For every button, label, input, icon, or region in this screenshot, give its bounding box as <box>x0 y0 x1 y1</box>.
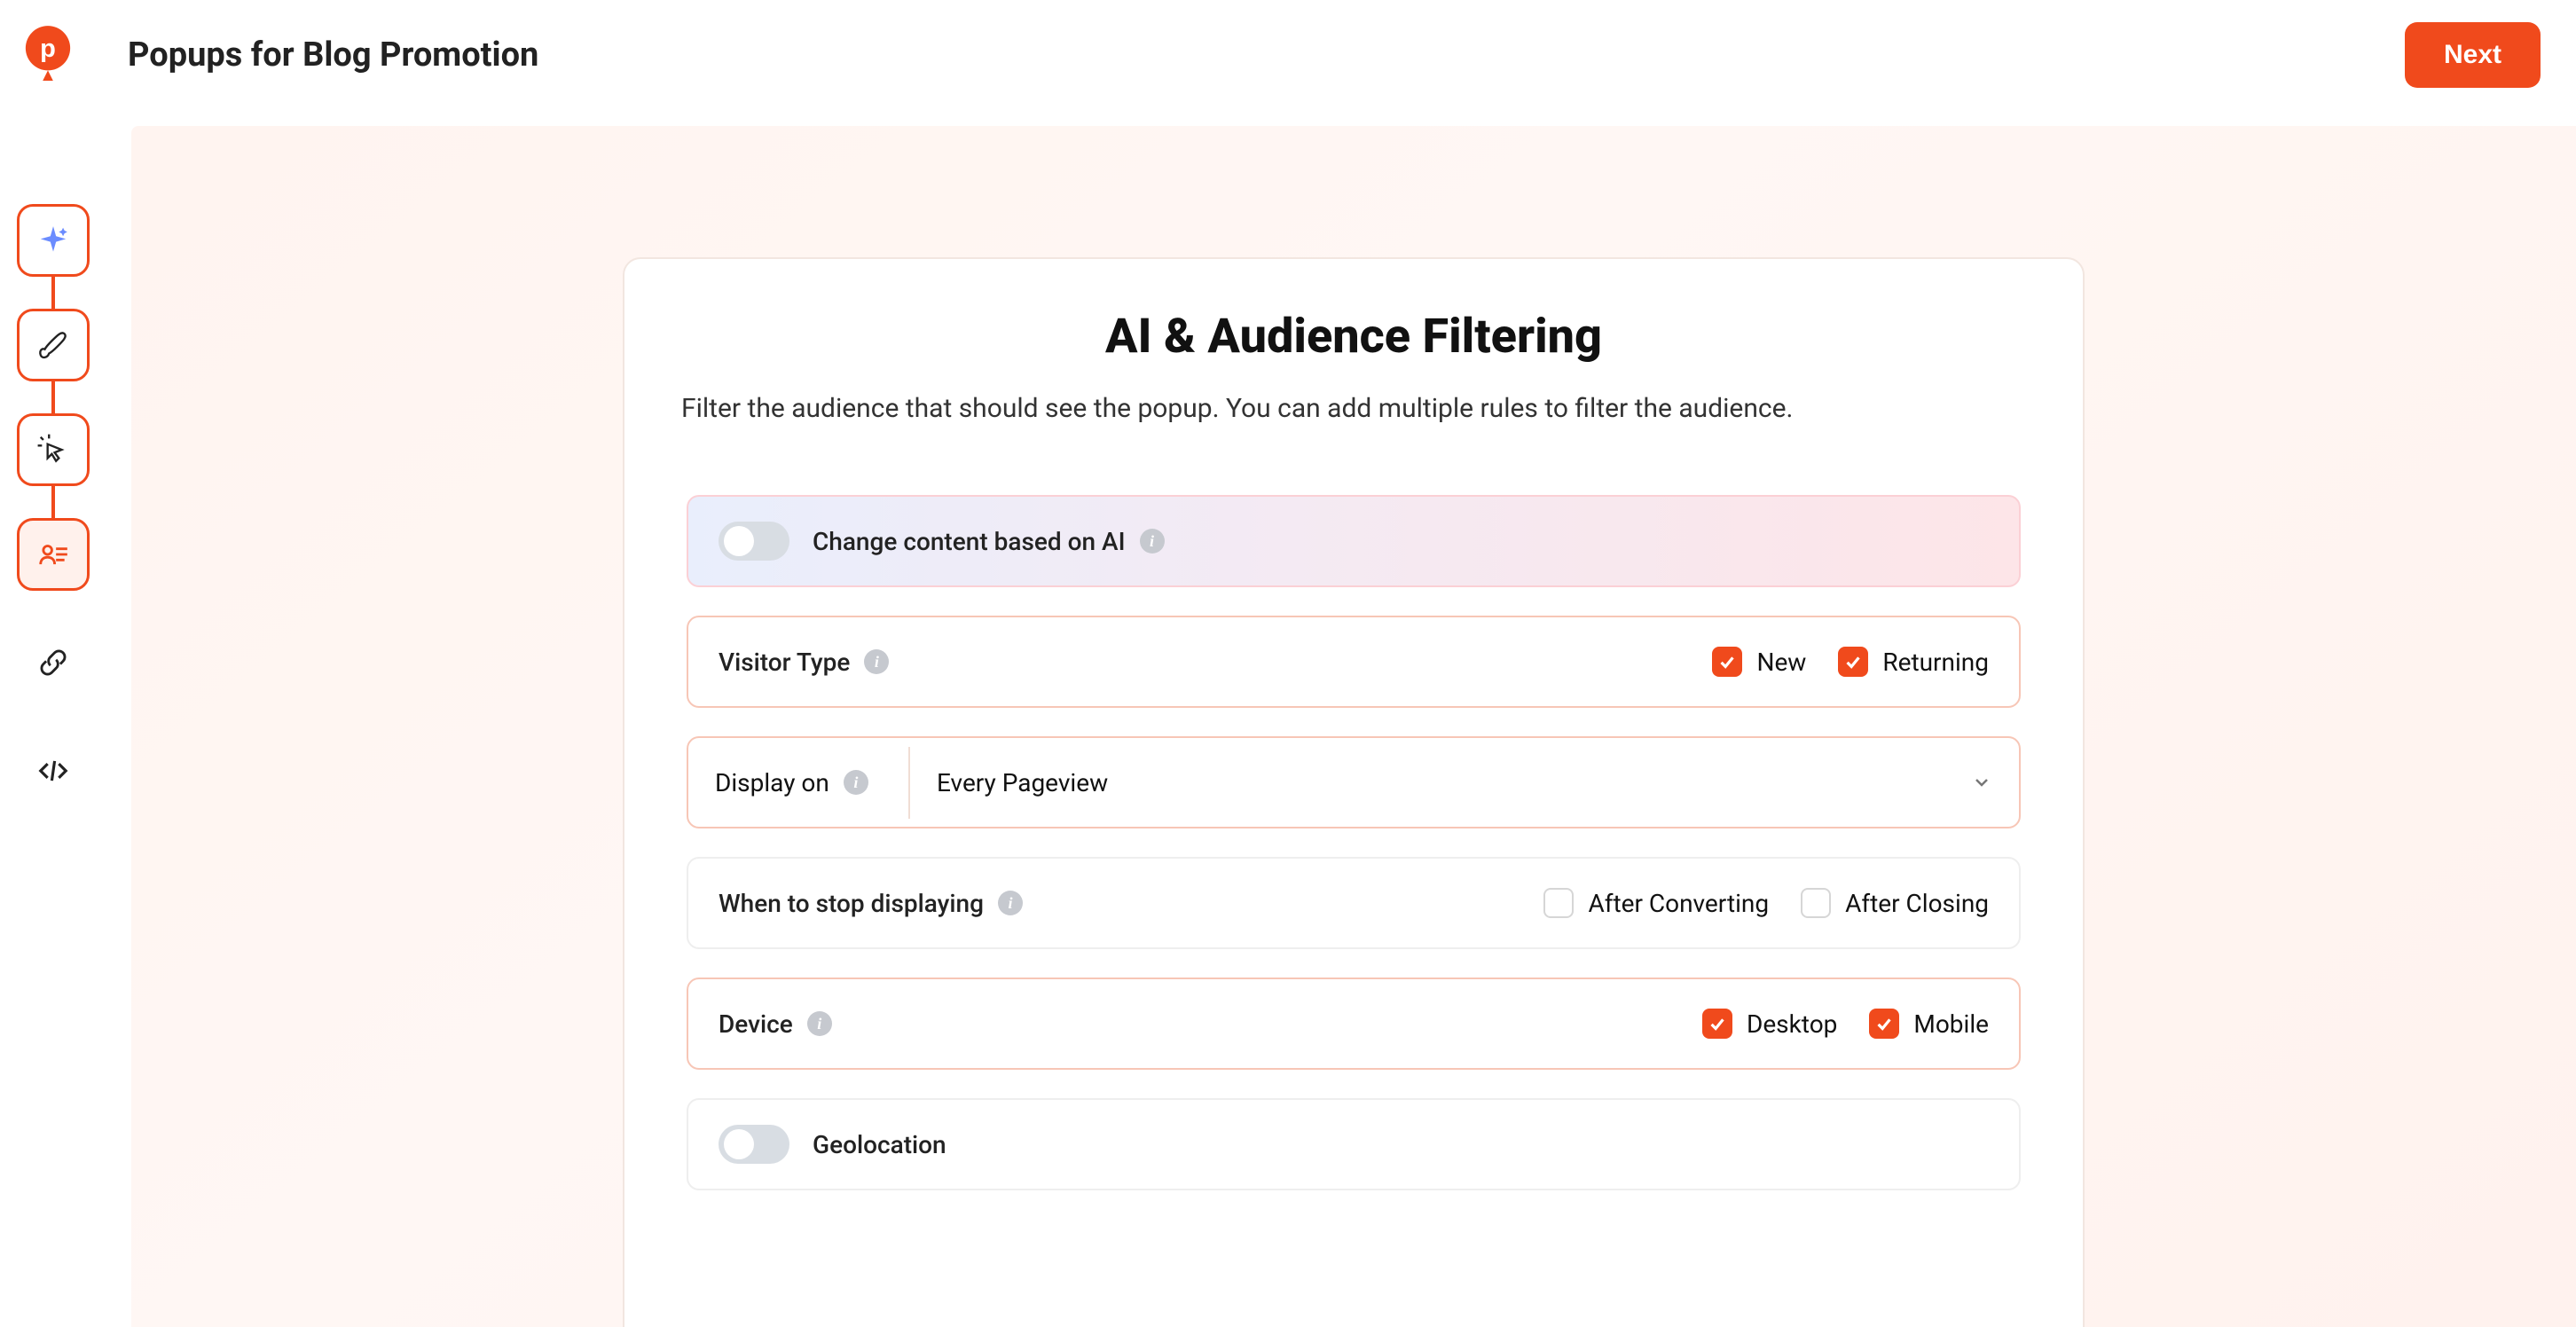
stop-displaying-label: When to stop displaying i <box>719 889 1023 918</box>
after-converting-option: After Converting <box>1543 888 1769 918</box>
header: p Popups for Blog Promotion Next <box>0 0 2576 110</box>
check-icon <box>1843 652 1863 671</box>
visitor-returning-option: Returning <box>1838 647 1989 677</box>
audience-step[interactable] <box>17 518 90 591</box>
device-text: Device <box>719 1009 793 1039</box>
geolocation-toggle[interactable] <box>719 1125 789 1164</box>
cursor-step[interactable] <box>17 413 90 486</box>
stop-displaying-row: When to stop displaying i After Converti… <box>687 857 2021 949</box>
check-icon <box>1874 1014 1894 1033</box>
display-on-text: Display on <box>715 768 829 797</box>
canvas: AI & Audience Filtering Filter the audie… <box>131 126 2576 1327</box>
visitor-new-option: New <box>1712 647 1806 677</box>
link-icon <box>36 646 70 679</box>
step-connector <box>51 486 55 518</box>
balloon-p-icon: p <box>22 24 74 86</box>
brush-icon <box>36 328 70 362</box>
step-gap <box>51 591 55 626</box>
stop-displaying-options: After Converting After Closing <box>1543 888 1989 918</box>
logo: p <box>21 24 75 86</box>
device-desktop-option: Desktop <box>1702 1009 1837 1039</box>
next-button[interactable]: Next <box>2405 22 2541 88</box>
geolocation-row: Geolocation <box>687 1098 2021 1190</box>
display-on-row: Display on i Every Pageview <box>687 736 2021 828</box>
info-icon[interactable]: i <box>1140 529 1165 554</box>
geolocation-label: Geolocation <box>813 1130 946 1159</box>
link-step[interactable] <box>17 626 90 699</box>
after-closing-checkbox[interactable] <box>1801 888 1831 918</box>
after-closing-label: After Closing <box>1845 889 1989 918</box>
sparkle-icon <box>36 224 70 257</box>
visitor-returning-checkbox[interactable] <box>1838 647 1868 677</box>
info-icon[interactable]: i <box>998 891 1023 915</box>
page-title: Popups for Blog Promotion <box>128 35 538 75</box>
sidebar <box>16 204 90 807</box>
display-on-value: Every Pageview <box>937 768 1108 797</box>
info-icon[interactable]: i <box>844 770 868 795</box>
sparkle-step[interactable] <box>17 204 90 277</box>
check-icon <box>1708 1014 1727 1033</box>
visitor-type-options: New Returning <box>1712 647 1989 677</box>
visitor-new-label: New <box>1756 648 1806 677</box>
panel-subtitle: Filter the audience that should see the … <box>681 393 2026 424</box>
device-mobile-option: Mobile <box>1869 1009 1989 1039</box>
ai-toggle-label: Change content based on AI i <box>813 527 1165 556</box>
visitor-new-checkbox[interactable] <box>1712 647 1742 677</box>
info-icon[interactable]: i <box>864 649 889 674</box>
info-icon[interactable]: i <box>807 1011 832 1036</box>
ai-content-row: Change content based on AI i <box>687 495 2021 587</box>
check-icon <box>1717 652 1737 671</box>
rules-list: Change content based on AI i Visitor Typ… <box>681 495 2026 1190</box>
chevron-down-icon <box>1971 772 1992 793</box>
device-row: Device i Desktop Mobile <box>687 978 2021 1070</box>
brush-step[interactable] <box>17 309 90 381</box>
visitor-type-label: Visitor Type i <box>719 648 889 677</box>
after-closing-option: After Closing <box>1801 888 1989 918</box>
audience-icon <box>36 538 70 571</box>
header-left: p Popups for Blog Promotion <box>21 24 538 86</box>
cursor-click-icon <box>36 433 70 467</box>
panel-title: AI & Audience Filtering <box>681 309 2026 365</box>
step-connector <box>51 277 55 309</box>
step-connector <box>51 381 55 413</box>
code-icon <box>36 754 70 788</box>
display-on-select[interactable]: Every Pageview <box>910 747 2019 819</box>
device-mobile-checkbox[interactable] <box>1869 1009 1899 1039</box>
ai-toggle[interactable] <box>719 522 789 561</box>
visitor-type-text: Visitor Type <box>719 648 850 677</box>
geolocation-text: Geolocation <box>813 1130 946 1159</box>
visitor-returning-label: Returning <box>1882 648 1989 677</box>
device-desktop-label: Desktop <box>1747 1009 1837 1039</box>
device-options: Desktop Mobile <box>1702 1009 1989 1039</box>
settings-panel: AI & Audience Filtering Filter the audie… <box>623 257 2085 1327</box>
step-gap <box>51 699 55 734</box>
device-label: Device i <box>719 1009 832 1039</box>
after-converting-checkbox[interactable] <box>1543 888 1574 918</box>
after-converting-label: After Converting <box>1588 889 1769 918</box>
device-mobile-label: Mobile <box>1913 1009 1989 1039</box>
stop-displaying-text: When to stop displaying <box>719 889 984 918</box>
visitor-type-row: Visitor Type i New Returning <box>687 616 2021 708</box>
device-desktop-checkbox[interactable] <box>1702 1009 1732 1039</box>
code-step[interactable] <box>17 734 90 807</box>
svg-text:p: p <box>40 35 56 63</box>
ai-toggle-text: Change content based on AI <box>813 527 1126 556</box>
display-on-label: Display on i <box>688 747 910 819</box>
